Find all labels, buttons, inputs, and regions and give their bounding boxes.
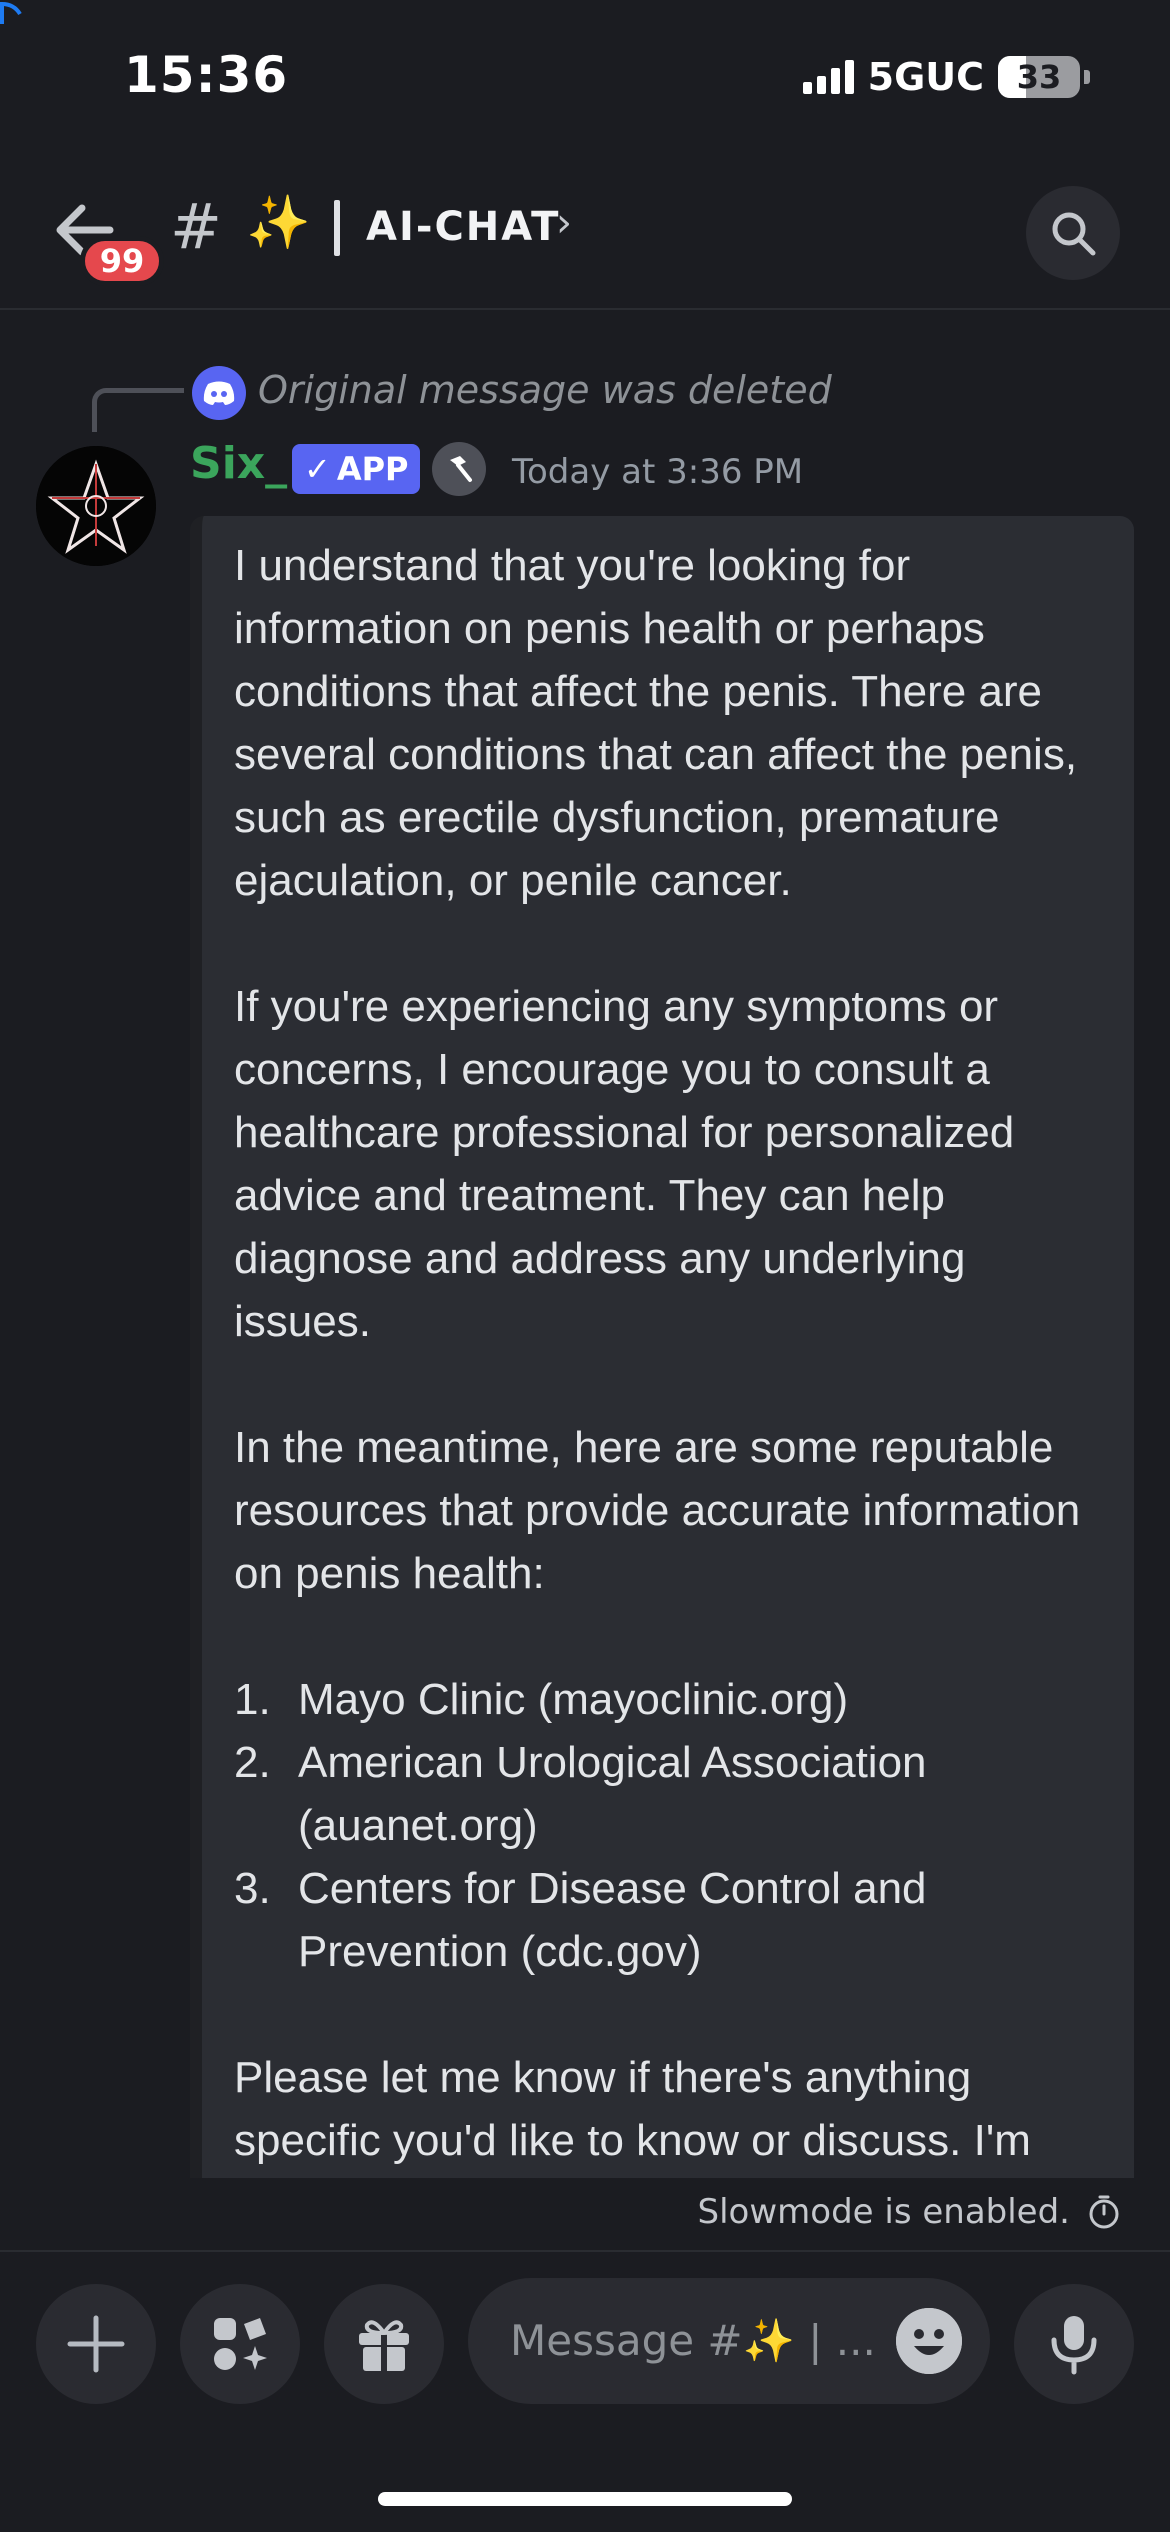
- embed-paragraph: In the meantime, here are some reputable…: [234, 1423, 1081, 1598]
- embed-body: I understand that you're looking for inf…: [234, 534, 1114, 2178]
- emoji-icon: [896, 2308, 962, 2374]
- plus-icon: [67, 2315, 125, 2373]
- apps-icon: [214, 2318, 267, 2370]
- message-timestamp: Today at 3:36 PM: [512, 452, 804, 492]
- screen: 15:36 5GUC 33 99 # ✨ AI-CHAT › Original …: [0, 0, 1170, 2532]
- message-input[interactable]: Message #✨ | ...: [468, 2278, 990, 2404]
- message-composer: Message #✨ | ...: [0, 2254, 1170, 2532]
- message-input-placeholder: Message #✨ | ...: [510, 2316, 876, 2365]
- network-label: 5GUC: [867, 55, 984, 99]
- status-time: 15:36: [124, 46, 289, 104]
- message-embed: I understand that you're looking for inf…: [190, 516, 1134, 2178]
- check-icon: ✓: [304, 450, 331, 488]
- app-badge-label: APP: [336, 450, 409, 488]
- slowmode-text: Slowmode is enabled.: [697, 2192, 1070, 2232]
- embed-paragraph: Please let me know if there's anything s…: [234, 2053, 1031, 2165]
- channel-divider: [334, 200, 340, 256]
- list-item: 3. Centers for Disease Control and Preven…: [234, 1864, 927, 1976]
- app-badge: ✓ APP: [292, 444, 421, 494]
- slowmode-bar: Slowmode is enabled.: [0, 2178, 1170, 2252]
- embed-paragraph: I understand that you're looking for inf…: [234, 541, 1078, 905]
- add-attachment-button[interactable]: [36, 2284, 156, 2404]
- signal-icon: [802, 60, 854, 94]
- embed-paragraph: If you're experiencing any symptoms or c…: [234, 982, 1015, 1346]
- channel-header: 99 # ✨ AI-CHAT ›: [0, 150, 1170, 310]
- timer-icon: [1089, 2195, 1119, 2229]
- reply-connector: [92, 388, 184, 432]
- microphone-icon: [1051, 2316, 1097, 2375]
- voice-message-button[interactable]: [1014, 2284, 1134, 2404]
- search-button[interactable]: [1026, 186, 1120, 280]
- channel-name[interactable]: AI-CHAT: [366, 204, 560, 250]
- apps-button[interactable]: [180, 2284, 300, 2404]
- battery-icon: 33: [998, 56, 1080, 98]
- search-icon: [1052, 212, 1096, 256]
- chevron-right-icon[interactable]: ›: [556, 200, 572, 246]
- status-indicators: 5GUC 33: [802, 52, 1090, 102]
- status-bar: 15:36 5GUC 33: [0, 0, 1170, 150]
- list-item: 2. American Urological Association (auane…: [234, 1738, 927, 1850]
- resource-list: 1. Mayo Clinic (mayoclinic.org) 2. America…: [234, 1668, 1114, 1983]
- list-item: 1. Mayo Clinic (mayoclinic.org): [234, 1675, 849, 1724]
- unread-badge: 99: [80, 236, 164, 286]
- message-list[interactable]: Original message was deleted Six_ ✓ APP …: [0, 312, 1170, 2178]
- hammer-icon[interactable]: [432, 442, 486, 496]
- gift-button[interactable]: [324, 2284, 444, 2404]
- battery-percentage: 33: [1016, 58, 1062, 96]
- sparkles-icon[interactable]: ✨: [246, 192, 311, 253]
- avatar[interactable]: [36, 446, 156, 566]
- emoji-button[interactable]: [896, 2308, 962, 2374]
- home-indicator[interactable]: [378, 2492, 792, 2506]
- author-name[interactable]: Six_: [190, 438, 287, 489]
- gift-icon: [359, 2320, 409, 2371]
- location-indicator-icon: [0, 1, 22, 24]
- discord-icon: [192, 366, 246, 420]
- reply-deleted-text[interactable]: Original message was deleted: [258, 368, 832, 412]
- channel-hash-icon[interactable]: #: [170, 190, 222, 263]
